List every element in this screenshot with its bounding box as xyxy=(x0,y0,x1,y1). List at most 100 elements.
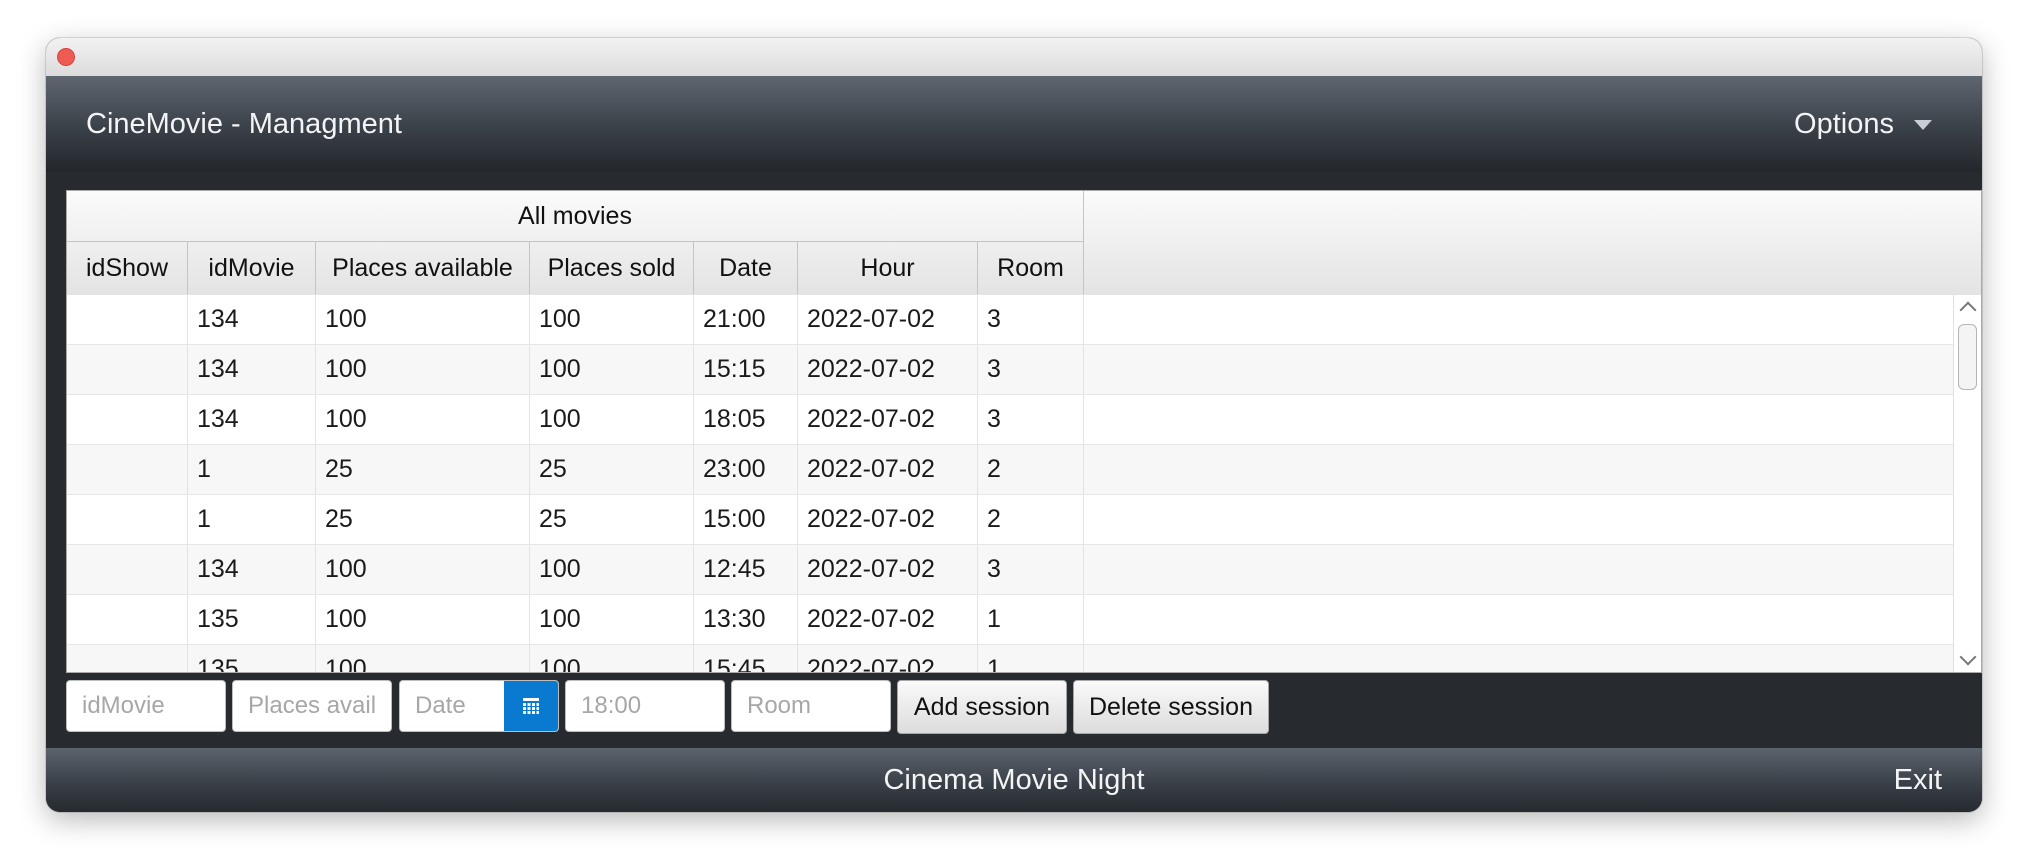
column-header-date[interactable]: Date xyxy=(694,242,798,294)
cell-date: 13:30 xyxy=(694,595,798,644)
cell-room: 3 xyxy=(978,295,1084,344)
cell-idmovie: 134 xyxy=(188,345,316,394)
table-row[interactable]: 1 25 25 15:00 2022-07-02 2 xyxy=(67,495,1955,545)
cell-places-available: 100 xyxy=(316,545,530,594)
cell-room: 3 xyxy=(978,545,1084,594)
cell-places-available: 100 xyxy=(316,395,530,444)
cell-hour: 2022-07-02 xyxy=(798,545,978,594)
cell-idmovie: 135 xyxy=(188,595,316,644)
cell-places-available: 100 xyxy=(316,345,530,394)
table-row[interactable]: 134 100 100 21:00 2022-07-02 3 xyxy=(67,295,1955,345)
table-row[interactable]: 135 100 100 15:45 2022-07-02 1 xyxy=(67,645,1955,672)
scroll-up-icon[interactable] xyxy=(1959,301,1977,319)
cell-places-available: 25 xyxy=(316,445,530,494)
cell-hour: 2022-07-02 xyxy=(798,295,978,344)
cell-hour: 2022-07-02 xyxy=(798,595,978,644)
column-header-room[interactable]: Room xyxy=(978,242,1084,294)
cell-idshow xyxy=(67,645,188,672)
cell-room: 2 xyxy=(978,445,1084,494)
cell-places-sold: 100 xyxy=(530,595,694,644)
table-row[interactable]: 1 25 25 23:00 2022-07-02 2 xyxy=(67,445,1955,495)
cell-places-sold: 100 xyxy=(530,345,694,394)
cell-date: 23:00 xyxy=(694,445,798,494)
cell-idshow xyxy=(67,445,188,494)
table-row[interactable]: 135 100 100 13:30 2022-07-02 1 xyxy=(67,595,1955,645)
column-header-idmovie[interactable]: idMovie xyxy=(188,242,316,294)
cell-idmovie: 134 xyxy=(188,545,316,594)
cell-idshow xyxy=(67,395,188,444)
cell-idmovie: 135 xyxy=(188,645,316,672)
calendar-icon xyxy=(523,698,539,714)
window-titlebar xyxy=(46,38,1982,77)
vertical-scrollbar[interactable] xyxy=(1953,295,1981,672)
cell-room: 3 xyxy=(978,395,1084,444)
cell-idshow xyxy=(67,545,188,594)
app-footer: Cinema Movie Night Exit xyxy=(46,748,1982,812)
date-input[interactable] xyxy=(400,681,504,731)
cell-places-sold: 25 xyxy=(530,495,694,544)
cell-hour: 2022-07-02 xyxy=(798,495,978,544)
column-header-idshow[interactable]: idShow xyxy=(67,242,188,294)
chevron-down-icon xyxy=(1914,120,1932,131)
idmovie-input[interactable] xyxy=(66,680,226,732)
sessions-table: All movies idShow idMovie Places availab… xyxy=(66,190,1982,673)
table-row[interactable]: 134 100 100 15:15 2022-07-02 3 xyxy=(67,345,1955,395)
cell-idmovie: 1 xyxy=(188,445,316,494)
cell-date: 15:45 xyxy=(694,645,798,672)
places-available-input[interactable] xyxy=(232,680,392,732)
cell-hour: 2022-07-02 xyxy=(798,645,978,672)
cell-places-available: 25 xyxy=(316,495,530,544)
table-body: 134 100 100 21:00 2022-07-02 3 134 100 100 15:15 2… xyxy=(67,295,1955,672)
cell-date: 15:00 xyxy=(694,495,798,544)
cell-hour: 2022-07-02 xyxy=(798,345,978,394)
cell-places-available: 100 xyxy=(316,595,530,644)
cell-places-sold: 100 xyxy=(530,645,694,672)
column-header-hour[interactable]: Hour xyxy=(798,242,978,294)
cell-idshow xyxy=(67,295,188,344)
cell-idmovie: 134 xyxy=(188,295,316,344)
hour-input[interactable] xyxy=(565,680,725,732)
cell-idshow xyxy=(67,345,188,394)
cell-places-available: 100 xyxy=(316,295,530,344)
table-group-header: All movies xyxy=(67,191,1084,242)
cell-date: 18:05 xyxy=(694,395,798,444)
room-input[interactable] xyxy=(731,680,891,732)
cell-room: 1 xyxy=(978,595,1084,644)
table-row[interactable]: 134 100 100 12:45 2022-07-02 3 xyxy=(67,545,1955,595)
cell-date: 12:45 xyxy=(694,545,798,594)
cell-room: 1 xyxy=(978,645,1084,672)
app-header: CineMovie - Managment Options xyxy=(46,76,1982,172)
cell-places-sold: 25 xyxy=(530,445,694,494)
cell-date: 21:00 xyxy=(694,295,798,344)
cell-idmovie: 1 xyxy=(188,495,316,544)
footer-title: Cinema Movie Night xyxy=(883,764,1145,796)
scrollbar-thumb[interactable] xyxy=(1958,324,1977,390)
calendar-button[interactable] xyxy=(504,681,558,731)
options-menu[interactable]: Options xyxy=(1794,76,1932,172)
table-row[interactable]: 134 100 100 18:05 2022-07-02 3 xyxy=(67,395,1955,445)
cell-places-sold: 100 xyxy=(530,545,694,594)
column-header-places-sold[interactable]: Places sold xyxy=(530,242,694,294)
date-picker[interactable] xyxy=(399,680,559,732)
cell-date: 15:15 xyxy=(694,345,798,394)
app-title: CineMovie - Managment xyxy=(86,108,402,140)
app-window: CineMovie - Managment Options All movies… xyxy=(46,38,1982,812)
delete-session-button[interactable]: Delete session xyxy=(1073,680,1269,734)
exit-button[interactable]: Exit xyxy=(1894,748,1942,812)
cell-places-sold: 100 xyxy=(530,295,694,344)
cell-room: 2 xyxy=(978,495,1084,544)
cell-idmovie: 134 xyxy=(188,395,316,444)
cell-places-available: 100 xyxy=(316,645,530,672)
cell-room: 3 xyxy=(978,345,1084,394)
cell-hour: 2022-07-02 xyxy=(798,395,978,444)
cell-idshow xyxy=(67,495,188,544)
close-window-button[interactable] xyxy=(57,48,75,66)
column-header-places-available[interactable]: Places available xyxy=(316,242,530,294)
scroll-down-icon[interactable] xyxy=(1959,648,1977,666)
add-session-button[interactable]: Add session xyxy=(897,680,1067,734)
main-content: All movies idShow idMovie Places availab… xyxy=(46,172,1982,748)
cell-idshow xyxy=(67,595,188,644)
table-header: All movies idShow idMovie Places availab… xyxy=(67,191,1981,296)
table-header-filler xyxy=(1084,191,1981,294)
cell-places-sold: 100 xyxy=(530,395,694,444)
